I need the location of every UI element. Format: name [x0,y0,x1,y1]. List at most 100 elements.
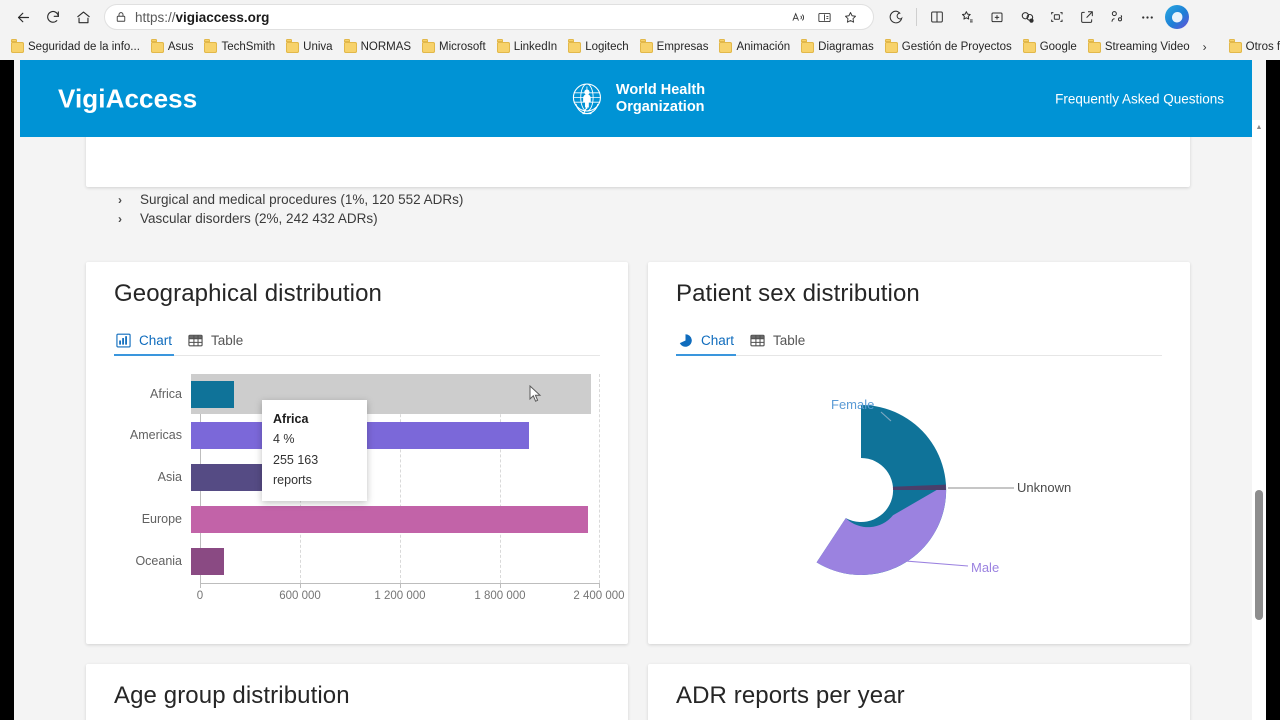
scrollbar-thumb[interactable] [1255,490,1263,620]
site-brand: VigiAccess [58,83,198,113]
bookmark-item[interactable]: Empresas [635,38,714,56]
bookmark-label: Univa [303,41,333,53]
bar-label: Africa [150,387,182,401]
bookmark-label: Asus [167,41,194,53]
pie-chart-icon [678,333,693,348]
sex-tabs: Chart Table [676,326,1162,356]
bar-africa[interactable] [191,381,234,408]
chevron-right-icon: › [118,211,122,226]
list-item-label: Surgical and medical procedures (1%, 120… [140,192,464,207]
patient-sex-distribution-card: Patient sex distribution Chart Table Fem… [648,262,1190,644]
bookmark-item[interactable]: Microsoft [417,38,491,56]
tab-geo-table[interactable]: Table [186,333,257,355]
bookmark-item[interactable]: Logitech [563,38,633,56]
bar-label: Europe [141,512,182,526]
list-item[interactable]: › Vascular disorders (2%, 242 432 ADRs) [118,209,378,228]
bookmark-label: Gestión de Proyectos [901,41,1012,53]
x-tick-label: 1 800 000 [474,590,526,602]
share-icon[interactable] [1073,3,1101,31]
x-tick-label: 600 000 [279,590,321,602]
reload-icon[interactable] [38,2,68,32]
tab-label: Table [773,333,806,348]
bar-label: Asia [157,470,182,484]
bookmark-item[interactable]: LinkedIn [492,38,562,56]
bookmark-item[interactable]: Diagramas [796,38,879,56]
table-icon [188,333,203,348]
who-emblem-icon [567,79,607,119]
bookmark-label: Streaming Video [1104,41,1190,53]
x-tick-label: 1 200 000 [374,590,426,602]
bar-oceania[interactable] [191,548,224,575]
browser-toolbar: https://vigiaccess.org [0,0,1280,34]
x-tick-label: 2 400 000 [573,590,625,602]
site-header: VigiAccess World Health Organization Fre… [20,60,1252,137]
bookmark-label: NORMAS [360,41,412,53]
list-item-label: Vascular disorders (2%, 242 432 ADRs) [140,211,378,226]
chart-x-axis: 0 600 000 1 200 000 1 800 000 2 400 000 [197,584,625,606]
bar-row-oceania[interactable]: Oceania [114,541,600,581]
bar-label: Americas [129,428,182,442]
toolbar-icon-group [882,3,1191,31]
page-viewport: › Surgical and medical procedures (1%, 1… [14,60,1266,720]
card-title: Patient sex distribution [676,280,920,307]
bar-chart-icon [116,333,131,348]
folder-icon [1022,39,1036,53]
screenshot-icon[interactable] [1043,3,1071,31]
bookmark-label: Microsoft [439,41,486,53]
folder-icon [639,39,653,53]
donut-label-male: Male [971,560,999,575]
donut-label-unknown: Unknown [1017,480,1071,495]
bookmark-item[interactable]: Asus [146,38,199,56]
list-item[interactable]: › Surgical and medical procedures (1%, 1… [118,190,463,209]
bookmark-item[interactable]: Seguridad de la info... [6,38,145,56]
copilot-icon[interactable] [1163,3,1191,31]
page-scrollbar[interactable]: ▲ ▼ [1252,120,1266,720]
back-arrow-icon[interactable] [8,2,38,32]
bookmark-item[interactable]: Animación [714,38,795,56]
bookmark-item[interactable]: NORMAS [339,38,416,56]
scroll-up-arrow-icon[interactable]: ▲ [1252,120,1266,134]
tab-sex-table[interactable]: Table [748,333,819,355]
donut-label-female: Female [831,397,874,412]
settings-more-icon[interactable] [1133,3,1161,31]
immersive-reader-icon[interactable] [811,4,837,30]
lock-icon [115,11,127,23]
bookmark-label: Empresas [656,41,709,53]
browser-essentials-icon[interactable] [882,3,910,31]
bookmark-item[interactable]: Gestión de Proyectos [880,38,1017,56]
bookmark-item[interactable]: Google [1018,38,1082,56]
copilot-mode-icon[interactable] [1013,3,1041,31]
bookmarks-overflow-chevron-icon[interactable]: › [1196,38,1214,56]
card-title: Age group distribution [114,682,350,709]
bookmark-item[interactable]: TechSmith [199,38,280,56]
browser-profile-icon[interactable] [1103,3,1131,31]
window-left-edge [0,60,14,720]
bar-plot [191,415,600,455]
tab-geo-chart[interactable]: Chart [114,333,186,356]
collections-icon[interactable] [953,3,981,31]
bar-europe[interactable] [191,506,588,533]
bookmark-other-favorites[interactable]: Otros favoritos [1224,38,1280,56]
who-logo-block: World Health Organization [567,79,705,119]
tab-label: Table [211,333,244,348]
browser-chrome: https://vigiaccess.org Seguridad de la i… [0,0,1280,60]
table-icon [750,333,765,348]
tab-label: Chart [701,333,735,348]
folder-icon [1228,39,1242,53]
bookmark-item[interactable]: Streaming Video [1083,38,1195,56]
folder-icon [568,39,582,53]
bookmark-item[interactable]: Univa [281,38,337,56]
bookmark-label: TechSmith [221,41,276,53]
address-bar[interactable]: https://vigiaccess.org [104,4,874,30]
tab-sex-chart[interactable]: Chart [676,333,748,356]
home-icon[interactable] [68,2,98,32]
folder-icon [719,39,733,53]
split-screen-icon[interactable] [923,3,951,31]
bar-plot [191,457,600,497]
faq-link[interactable]: Frequently Asked Questions [1055,91,1224,106]
chevron-right-icon: › [118,192,122,207]
bar-row-europe[interactable]: Europe [114,499,600,539]
add-to-drop-icon[interactable] [983,3,1011,31]
read-aloud-icon[interactable] [785,4,811,30]
favorite-star-icon[interactable] [837,4,863,30]
